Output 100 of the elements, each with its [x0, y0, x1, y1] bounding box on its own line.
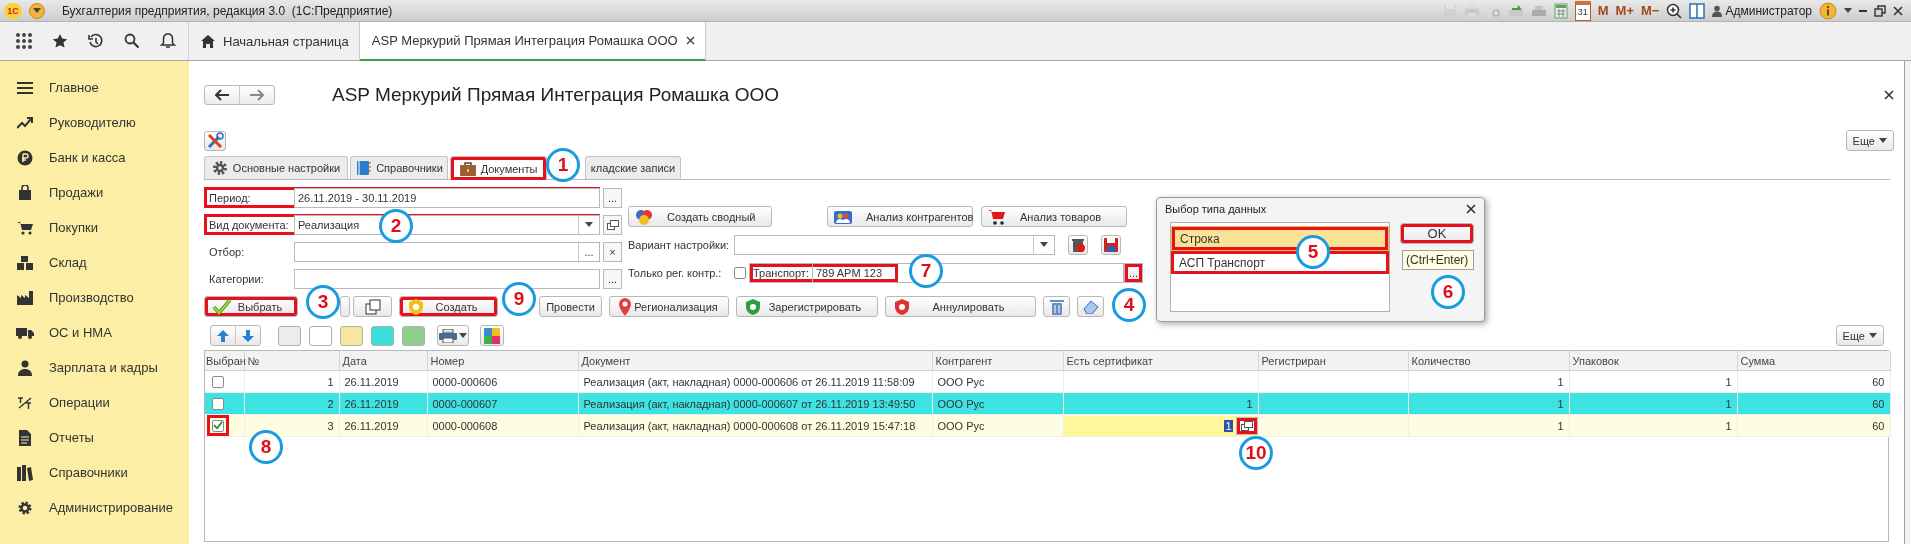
gear-icon	[211, 160, 228, 176]
sidebar-item[interactable]: ОС и НМА	[0, 315, 189, 350]
user-button[interactable]: Администратор	[1712, 3, 1812, 18]
input-field[interactable]: 26.11.2019 - 30.11.2019	[294, 187, 600, 208]
open-button[interactable]	[1235, 416, 1258, 435]
eraser-icon	[1082, 299, 1099, 314]
register-button[interactable]: Зарегистрировать	[736, 296, 878, 317]
more-button[interactable]: Еще	[1845, 130, 1894, 151]
table-cell: Реализация (акт, накладная) 0000-000607 от 26.11.2019 13:49:50	[578, 392, 932, 415]
analysis-button[interactable]: Анализ контрагентов	[827, 206, 973, 227]
delete-button[interactable]	[1068, 234, 1088, 255]
sidebar-item[interactable]: Администрирование	[0, 490, 189, 525]
save-button[interactable]	[1101, 234, 1121, 255]
page-tab[interactable]: Начальная страница	[189, 22, 360, 60]
color-button[interactable]	[278, 325, 301, 346]
palette-button[interactable]	[480, 325, 504, 346]
table-cell: ООО Рус	[932, 414, 1063, 437]
sidebar-item[interactable]: Справочники	[0, 455, 189, 490]
color-button[interactable]	[340, 325, 363, 346]
select-button[interactable]: Выбрать	[204, 296, 298, 317]
highlight-frame: Транспорт: 789 APM 123	[750, 263, 899, 282]
form-tab[interactable]: Документы	[450, 156, 547, 180]
column-header[interactable]: Сумма	[1737, 351, 1890, 371]
sidebar-item[interactable]: Отчеты	[0, 420, 189, 455]
color-button[interactable]	[309, 325, 332, 346]
choice-button[interactable]: ...	[1124, 262, 1143, 283]
table-row[interactable]: 1 26.11.2019 0000-000606 Реализация (акт, накладная) 0000-000606 от 26.11.2019 11:58:09 ООО Рус 1 1 60	[205, 370, 1890, 393]
color-button[interactable]	[371, 325, 394, 346]
form-tab[interactable]: Основные настройки	[204, 156, 348, 179]
variant-field[interactable]	[734, 234, 1055, 255]
column-header[interactable]: Регистриран	[1258, 351, 1408, 371]
report-icon	[17, 429, 32, 446]
briefcase-icon	[459, 161, 476, 176]
table-row[interactable]: 2 26.11.2019 0000-000607 Реализация (акт, накладная) 0000-000607 от 26.11.2019 13:49:50 ООО Рус 1 1 1 60	[205, 392, 1890, 415]
column-header[interactable]: Дата	[339, 351, 427, 371]
arrow-down-icon	[241, 328, 255, 343]
column-header[interactable]: Выбран	[205, 351, 244, 371]
form-tab[interactable]: кладские записи	[585, 156, 681, 179]
column-header[interactable]: Номер	[427, 351, 578, 371]
input-field[interactable]	[294, 268, 600, 289]
memory-button[interactable]: M−	[1641, 3, 1660, 18]
table-cell: 26.11.2019	[339, 414, 427, 437]
sidebar-item[interactable]: Операции	[0, 385, 189, 420]
choice-button[interactable]: ...	[578, 242, 599, 261]
column-header[interactable]: Упаковок	[1569, 351, 1737, 371]
field-label: Вариант настройки:	[628, 238, 731, 251]
delete-button[interactable]	[1043, 296, 1070, 317]
sidebar-item[interactable]: Продажи	[0, 175, 189, 210]
apps-grid-icon	[15, 32, 33, 50]
main-menu-button[interactable]	[29, 2, 45, 19]
sidebar-item[interactable]: Склад	[0, 245, 189, 280]
input-field[interactable]: ...	[294, 241, 600, 262]
shield-icon	[408, 298, 424, 315]
column-header[interactable]: Документ	[578, 351, 932, 371]
calendar-button[interactable]: 31	[1574, 0, 1591, 21]
column-header[interactable]: Количество	[1408, 351, 1569, 371]
table-row[interactable]: 3 26.11.2019 0000-000608 Реализация (акт, накладная) 0000-000608 от 26.11.2019 15:47:18 ООО Рус 1 1 1 60	[205, 414, 1890, 437]
menu-icon	[16, 80, 33, 95]
column-header[interactable]: Есть сертификат	[1063, 351, 1258, 371]
more-button[interactable]: Еще	[1835, 325, 1884, 346]
summary-button[interactable]: Создать сводный	[628, 206, 772, 227]
table-cell: 1	[1408, 414, 1569, 437]
sidebar-item[interactable]: Производство	[0, 280, 189, 315]
settings-button[interactable]	[204, 130, 226, 151]
cell-editor[interactable]: 1	[1063, 415, 1258, 436]
close-icon	[1466, 204, 1476, 214]
app-logo: 1С	[4, 2, 22, 19]
page-tab[interactable]: ASP Меркурий Прямая Интеграция Ромашка ООО	[359, 22, 706, 61]
copy-button[interactable]	[353, 296, 392, 317]
open-button[interactable]	[603, 214, 622, 235]
color-button[interactable]	[402, 325, 425, 346]
row-checkbox[interactable]	[212, 397, 224, 410]
sidebar-item[interactable]: Покупки	[0, 210, 189, 245]
create-button[interactable]: Создать	[399, 296, 498, 317]
checkbox[interactable]	[734, 266, 746, 279]
row-checkbox[interactable]	[212, 375, 224, 388]
post-button[interactable]: Провести	[539, 296, 602, 317]
clear-button[interactable]: ×	[603, 241, 622, 262]
choice-button[interactable]: ...	[603, 187, 622, 208]
analysis-button[interactable]: Анализ товаров	[981, 206, 1127, 227]
row-checkbox[interactable]	[212, 419, 224, 432]
ok-button[interactable]: OK	[1400, 223, 1474, 244]
region-button[interactable]: Регионализация	[609, 296, 729, 317]
column-header[interactable]: №	[244, 351, 339, 371]
sidebar-item[interactable]: Руководителю	[0, 105, 189, 140]
person-icon	[17, 359, 32, 376]
people-icon	[834, 208, 852, 225]
annul-button[interactable]: Аннулировать	[885, 296, 1036, 317]
column-header[interactable]: Контрагент	[932, 351, 1063, 371]
sidebar-item[interactable]: Главное	[0, 70, 189, 105]
memory-button[interactable]: M	[1597, 3, 1609, 18]
print-button[interactable]	[437, 325, 469, 346]
table-cell: 1	[1569, 414, 1737, 437]
memory-button[interactable]: M+	[1615, 3, 1634, 18]
clear-button[interactable]	[1077, 296, 1104, 317]
form-tab[interactable]: Справочники	[350, 156, 448, 179]
search-icon	[124, 33, 140, 49]
sidebar-item[interactable]: Зарплата и кадры	[0, 350, 189, 385]
sidebar-item[interactable]: Банк и касса	[0, 140, 189, 175]
choice-button[interactable]: ...	[603, 268, 622, 289]
